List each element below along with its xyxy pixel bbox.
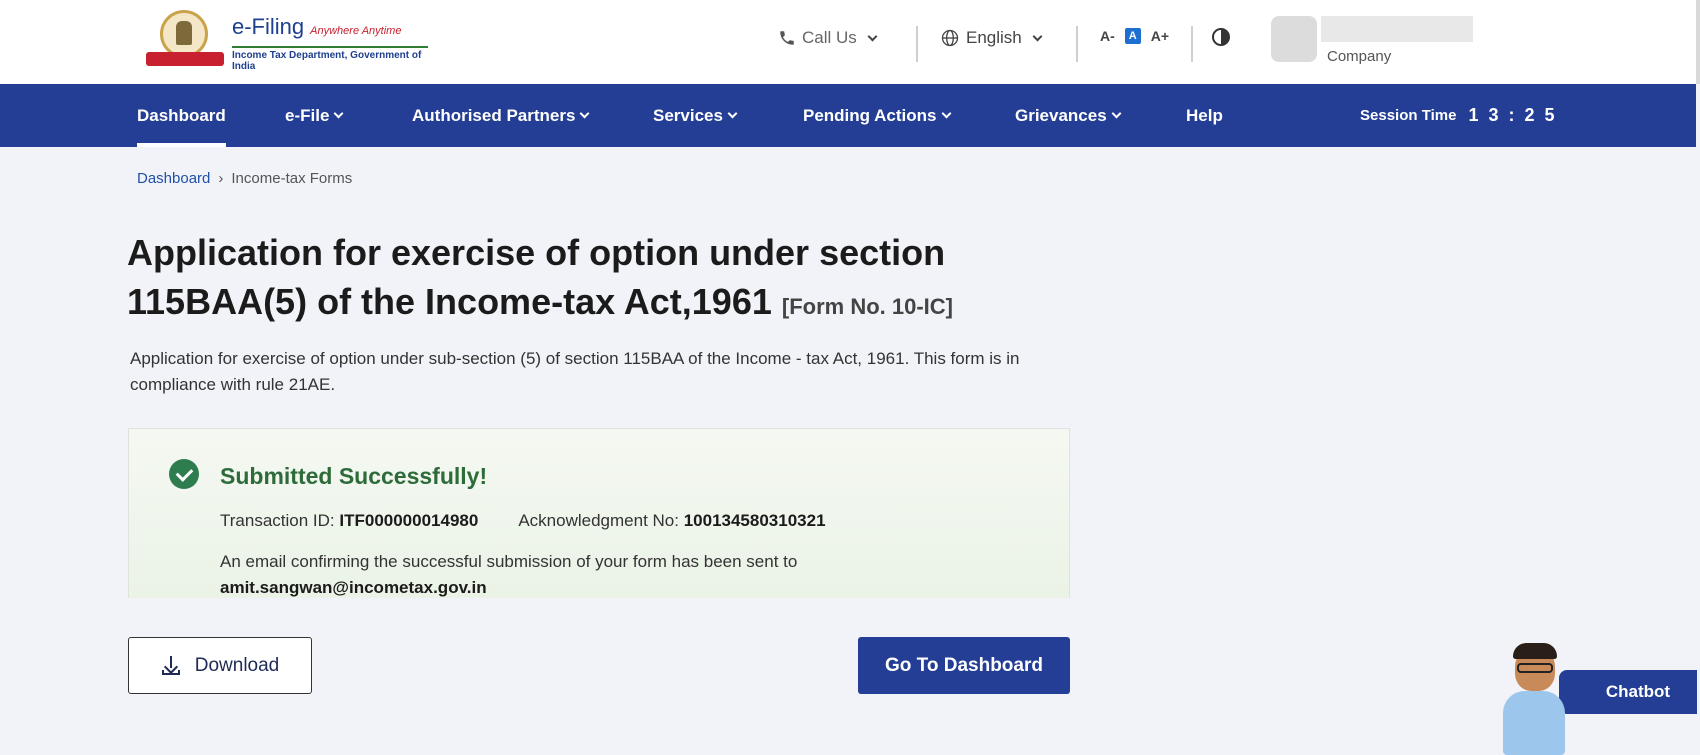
- chevron-down-icon: [867, 31, 878, 41]
- breadcrumb-current: Income-tax Forms: [231, 170, 353, 187]
- logo-tagline: Anywhere Anytime: [310, 25, 402, 37]
- user-role: Company: [1327, 48, 1392, 65]
- language-dropdown[interactable]: English: [940, 28, 1043, 48]
- success-title: Submitted Successfully!: [220, 463, 488, 489]
- transaction-details: Transaction ID: ITF000000014980 Acknowle…: [220, 511, 826, 531]
- chatbot-button[interactable]: Chatbot: [1559, 670, 1697, 714]
- chevron-down-icon: [579, 108, 590, 119]
- session-value: 13:25: [1468, 105, 1565, 125]
- logo-title: e-Filing: [232, 14, 305, 39]
- logo-subtitle: Income Tax Department, Government of Ind…: [232, 46, 428, 72]
- nav-efile[interactable]: e-File: [285, 84, 344, 147]
- go-dashboard-label: Go To Dashboard: [885, 654, 1043, 676]
- nav-label: Services: [653, 105, 723, 125]
- acknowledgment-no: Acknowledgment No: 100134580310321: [518, 511, 825, 531]
- page-title: Application for exercise of option under…: [127, 228, 1087, 331]
- nav-label: Dashboard: [137, 105, 226, 125]
- go-to-dashboard-button[interactable]: Go To Dashboard: [858, 637, 1070, 694]
- nav-label: Grievances: [1015, 105, 1107, 125]
- chevron-down-icon: [1032, 31, 1043, 41]
- email-note-text: An email confirming the successful submi…: [220, 552, 798, 571]
- check-circle-icon: [169, 459, 199, 489]
- nav-help[interactable]: Help: [1186, 84, 1223, 147]
- efiling-logo[interactable]: e-Filing Anywhere Anytime Income Tax Dep…: [146, 10, 428, 72]
- divider: [916, 26, 918, 62]
- chatbot-widget[interactable]: Chatbot: [1497, 643, 1697, 755]
- nav-label: Help: [1186, 105, 1223, 125]
- nav-label: e-File: [285, 105, 330, 125]
- chatbot-label: Chatbot: [1605, 682, 1671, 701]
- font-default-button[interactable]: A: [1124, 28, 1141, 44]
- chevron-down-icon: [727, 108, 738, 119]
- email-confirmation: An email confirming the successful submi…: [220, 549, 1040, 601]
- divider: [1076, 26, 1078, 62]
- chevron-down-icon: [333, 108, 344, 119]
- divider: [1191, 26, 1193, 62]
- ack-label: Acknowledgment No:: [518, 511, 679, 530]
- font-size-controls: A- A A+: [1100, 28, 1169, 44]
- success-card: Submitted Successfully! Transaction ID: …: [128, 428, 1070, 598]
- phone-icon: [780, 31, 794, 45]
- nav-grievances[interactable]: Grievances: [1015, 84, 1122, 147]
- logo-text: e-Filing Anywhere Anytime Income Tax Dep…: [232, 14, 428, 72]
- chevron-down-icon: [1111, 108, 1122, 119]
- emblem-icon: [146, 10, 224, 66]
- download-label: Download: [194, 654, 280, 676]
- chatbot-avatar-icon[interactable]: [1497, 643, 1569, 755]
- font-decrease-button[interactable]: A-: [1100, 28, 1115, 44]
- contrast-icon: [1212, 28, 1230, 46]
- nav-dashboard[interactable]: Dashboard: [137, 84, 226, 147]
- nav-pending-actions[interactable]: Pending Actions: [803, 84, 951, 147]
- chevron-down-icon: [941, 108, 951, 119]
- page-description: Application for exercise of option under…: [130, 349, 1020, 394]
- form-number: [Form No. 10-IC]: [781, 294, 954, 319]
- nav-authorised-partners[interactable]: Authorised Partners: [412, 84, 590, 147]
- download-icon: [161, 655, 181, 676]
- globe-icon: [941, 29, 959, 47]
- session-label: Session Time: [1360, 107, 1457, 124]
- nav-services[interactable]: Services: [653, 84, 738, 147]
- email-address: amit.sangwan@incometax.gov.in: [220, 578, 487, 597]
- call-us-dropdown[interactable]: Call Us: [778, 28, 878, 48]
- transaction-id-value: ITF000000014980: [339, 511, 479, 530]
- breadcrumb-home[interactable]: Dashboard: [137, 170, 210, 187]
- transaction-id: Transaction ID: ITF000000014980: [220, 511, 478, 531]
- nav-label: Authorised Partners: [412, 105, 576, 125]
- avatar[interactable]: [1271, 16, 1317, 62]
- contrast-toggle[interactable]: [1212, 28, 1230, 46]
- breadcrumb: Dashboard › Income-tax Forms: [137, 170, 352, 187]
- download-button[interactable]: Download: [128, 637, 312, 694]
- transaction-id-label: Transaction ID:: [220, 511, 335, 530]
- username-placeholder: [1321, 16, 1473, 42]
- main-nav: Dashboard e-File Authorised Partners Ser…: [0, 84, 1696, 147]
- language-label: English: [966, 28, 1022, 47]
- session-timer: Session Time 13:25: [1360, 84, 1564, 147]
- ack-value: 100134580310321: [683, 511, 826, 530]
- font-increase-button[interactable]: A+: [1151, 28, 1169, 44]
- call-us-label: Call Us: [802, 28, 857, 47]
- top-header: e-Filing Anywhere Anytime Income Tax Dep…: [0, 0, 1700, 84]
- nav-label: Pending Actions: [803, 105, 937, 125]
- breadcrumb-separator: ›: [218, 170, 224, 187]
